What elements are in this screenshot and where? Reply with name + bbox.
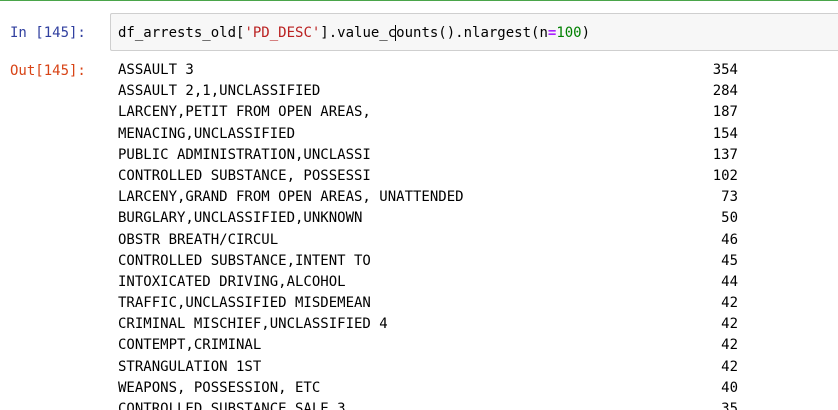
- code-line[interactable]: df_arrests_old['PD_DESC'].value_counts()…: [118, 25, 590, 41]
- output-row: BURGLARY,UNCLASSIFIED,UNKNOWN 50: [118, 210, 738, 231]
- output-row: TRAFFIC,UNCLASSIFIED MISDEMEAN 42: [118, 295, 738, 316]
- output-row-desc: CONTROLLED SUBSTANCE,INTENT TO: [118, 252, 371, 269]
- output-row: ASSAULT 3 354: [118, 62, 738, 83]
- output-row-desc: CONTROLLED SUBSTANCE, POSSESSI: [118, 167, 371, 184]
- output-row-desc: MENACING,UNCLASSIFIED: [118, 125, 296, 142]
- output-row: PUBLIC ADMINISTRATION,UNCLASSI 137: [118, 147, 738, 168]
- output-row-desc: CONTROLLED SUBSTANCE,SALE 3: [118, 401, 346, 410]
- output-row-count: 42: [721, 358, 738, 375]
- code-number: 100: [556, 25, 582, 41]
- output-row-desc: BURGLARY,UNCLASSIFIED,UNKNOWN: [118, 210, 363, 227]
- output-row-desc: ASSAULT 2,1,UNCLASSIFIED: [118, 83, 321, 100]
- code-editor[interactable]: df_arrests_old['PD_DESC'].value_counts()…: [110, 13, 838, 51]
- output-area: ASSAULT 3 354 ASSAULT 2,1,UNCLASSIFIED 284 L…: [118, 62, 738, 410]
- output-row-count: 42: [721, 295, 738, 312]
- output-row-count: 42: [721, 316, 738, 333]
- output-prompt: Out[145]:: [10, 63, 86, 79]
- output-row-desc: ASSAULT 3: [118, 62, 194, 78]
- output-row-count: 50: [721, 210, 738, 227]
- output-row-desc: CRIMINAL MISCHIEF,UNCLASSIFIED 4: [118, 316, 388, 333]
- output-row: CONTROLLED SUBSTANCE,INTENT TO 45: [118, 253, 738, 274]
- output-row-count: 284: [712, 83, 738, 100]
- output-row-count: 44: [721, 273, 738, 290]
- output-row-desc: TRAFFIC,UNCLASSIFIED MISDEMEAN: [118, 295, 371, 312]
- output-row: LARCENY,PETIT FROM OPEN AREAS, 187: [118, 104, 738, 125]
- output-row: MENACING,UNCLASSIFIED 154: [118, 126, 738, 147]
- code-suffix: ): [581, 25, 591, 41]
- code-string: 'PD_DESC': [244, 25, 321, 41]
- code-prefix: df_arrests_old[: [118, 25, 245, 41]
- output-row-desc: LARCENY,GRAND FROM OPEN AREAS, UNATTENDE…: [118, 189, 464, 206]
- output-row-count: 154: [712, 125, 738, 142]
- output-row-count: 42: [721, 337, 738, 354]
- output-row: OBSTR BREATH/CIRCUL 46: [118, 232, 738, 253]
- output-row-desc: PUBLIC ADMINISTRATION,UNCLASSI: [118, 146, 371, 163]
- code-middle-2: ounts().nlargest(: [396, 25, 540, 41]
- output-row: CONTROLLED SUBSTANCE, POSSESSI 102: [118, 168, 738, 189]
- output-row-desc: WEAPONS, POSSESSION, ETC: [118, 379, 321, 396]
- output-row: INTOXICATED DRIVING,ALCOHOL 44: [118, 274, 738, 295]
- input-prompt: In [145]:: [10, 25, 86, 41]
- output-row-count: 46: [721, 231, 738, 248]
- output-row-desc: STRANGULATION 1ST: [118, 358, 262, 375]
- output-row-count: 354: [712, 62, 738, 78]
- output-row-desc: INTOXICATED DRIVING,ALCOHOL: [118, 273, 346, 290]
- output-row-count: 187: [712, 104, 738, 121]
- output-row: CRIMINAL MISCHIEF,UNCLASSIFIED 4 42: [118, 316, 738, 337]
- output-row-count: 45: [721, 252, 738, 269]
- input-area: In [145]: df_arrests_old['PD_DESC'].valu…: [0, 13, 838, 53]
- code-kwarg: n: [539, 25, 548, 41]
- output-row: CONTROLLED SUBSTANCE,SALE 3 35: [118, 401, 738, 410]
- output-row-count: 102: [712, 167, 738, 184]
- output-row-desc: LARCENY,PETIT FROM OPEN AREAS,: [118, 104, 371, 121]
- output-row: LARCENY,GRAND FROM OPEN AREAS, UNATTENDE…: [118, 189, 738, 210]
- output-row: CONTEMPT,CRIMINAL 42: [118, 337, 738, 358]
- output-row-desc: OBSTR BREATH/CIRCUL: [118, 231, 279, 248]
- output-row-count: 40: [721, 379, 738, 396]
- output-row: WEAPONS, POSSESSION, ETC 40: [118, 380, 738, 401]
- output-row-count: 73: [721, 189, 738, 206]
- notebook-cell[interactable]: In [145]: df_arrests_old['PD_DESC'].valu…: [0, 0, 838, 410]
- output-row: STRANGULATION 1ST 42: [118, 359, 738, 380]
- output-row-desc: CONTEMPT,CRIMINAL: [118, 337, 262, 354]
- output-row-count: 35: [721, 401, 738, 410]
- output-row: ASSAULT 2,1,UNCLASSIFIED 284: [118, 83, 738, 104]
- code-middle: ].value_c: [320, 25, 397, 41]
- output-row-count: 137: [712, 146, 738, 163]
